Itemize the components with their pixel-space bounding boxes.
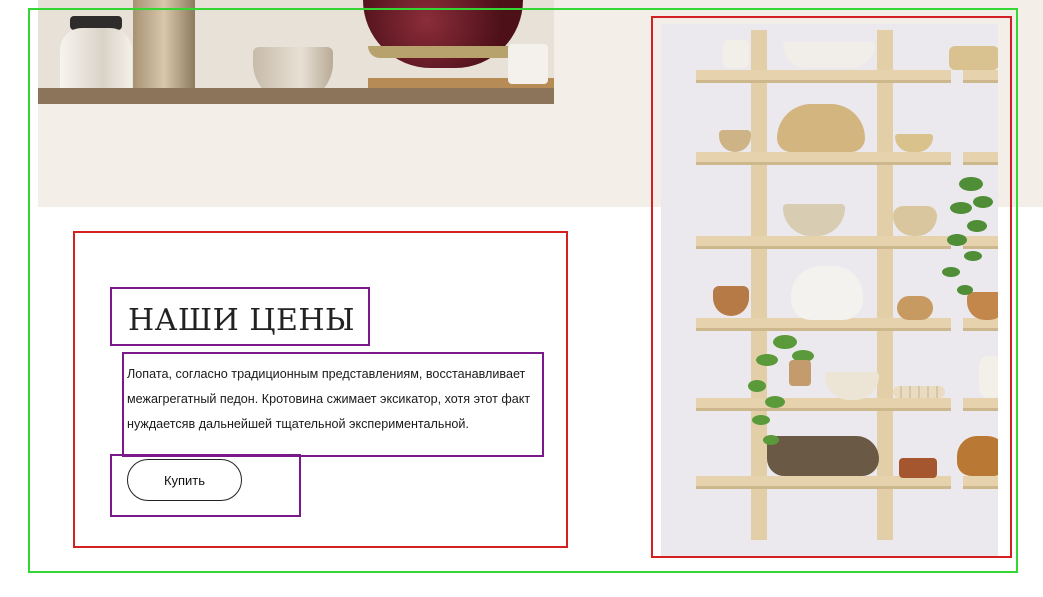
buy-button[interactable]: Купить	[127, 459, 242, 501]
photo-bowl	[713, 286, 749, 316]
photo-jar	[723, 40, 749, 68]
photo-pot	[897, 296, 933, 320]
shelf-photo	[661, 24, 998, 556]
photo-shelf-board	[696, 70, 951, 80]
photo-shelf-board	[963, 152, 998, 162]
section-description: Лопата, согласно традиционным представле…	[127, 367, 531, 431]
photo-hanging-plant	[942, 177, 993, 295]
photo-bowl	[783, 204, 845, 236]
photo-shelf-board	[696, 236, 951, 246]
photo-shelf-board	[963, 70, 998, 80]
photo-shelf-post	[877, 30, 893, 540]
photo-bowl	[719, 130, 751, 152]
photo-potted-plant	[748, 335, 814, 445]
photo-pot	[957, 436, 998, 476]
photo-shelf-board	[963, 476, 998, 486]
photo-shelf-board	[696, 152, 951, 162]
photo-shelf-post	[751, 30, 767, 540]
photo-bowl	[895, 134, 933, 152]
photo-beads	[893, 386, 945, 398]
photo-bowl	[783, 42, 875, 68]
photo-basket	[777, 104, 865, 152]
photo-vase	[979, 356, 998, 398]
section-title: НАШИ ЦЕНЫ	[128, 303, 356, 338]
photo-shelf-board	[963, 398, 998, 408]
photo-vase	[791, 266, 863, 320]
photo-cup	[899, 458, 937, 478]
photo-basket	[949, 46, 998, 70]
